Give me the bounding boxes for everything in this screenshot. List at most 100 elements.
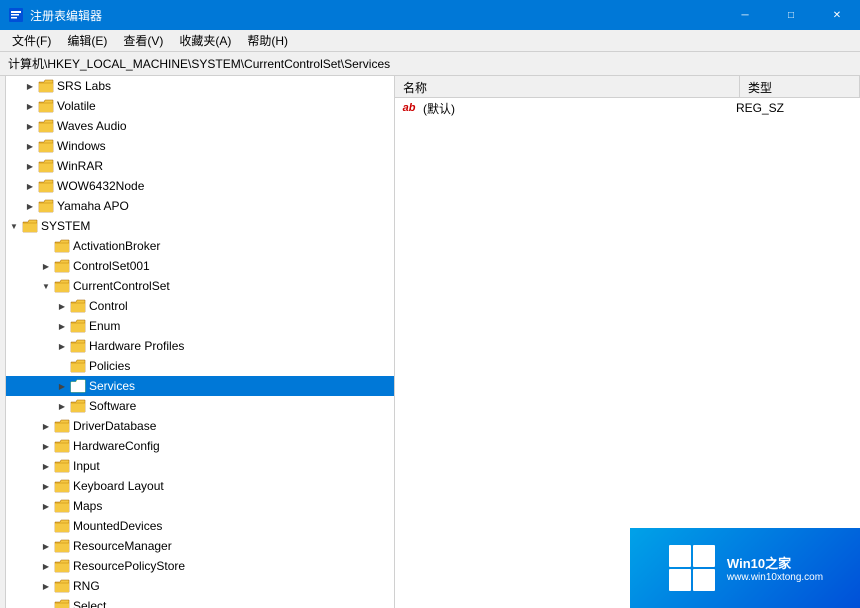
tree-item-waves-audio[interactable]: ▶ Waves Audio bbox=[0, 116, 394, 136]
col-header-type[interactable]: 类型 bbox=[740, 76, 860, 98]
tree-item-resource-manager[interactable]: ▶ ResourceManager bbox=[0, 536, 394, 556]
reg-value-type: REG_SZ bbox=[736, 101, 856, 115]
reg-row-default[interactable]: ab(默认)REG_SZ bbox=[395, 98, 860, 118]
expand-icon[interactable]: ▶ bbox=[22, 178, 38, 194]
tree-item-mounted-devices[interactable]: MountedDevices bbox=[0, 516, 394, 536]
tree-item-driver-database[interactable]: ▶ DriverDatabase bbox=[0, 416, 394, 436]
address-path: 计算机\HKEY_LOCAL_MACHINE\SYSTEM\CurrentCon… bbox=[8, 55, 390, 72]
tree-item-hardware-config[interactable]: ▶ HardwareConfig bbox=[0, 436, 394, 456]
tree-item-maps[interactable]: ▶ Maps bbox=[0, 496, 394, 516]
tree-item-software[interactable]: ▶ Software bbox=[0, 396, 394, 416]
tree-label: Input bbox=[73, 459, 100, 473]
tree-item-services[interactable]: ▶ Services bbox=[0, 376, 394, 396]
expand-icon[interactable]: ▼ bbox=[6, 218, 22, 234]
expand-icon[interactable]: ▶ bbox=[54, 338, 70, 354]
tree-item-activation-broker[interactable]: ActivationBroker bbox=[0, 236, 394, 256]
expand-icon[interactable]: ▶ bbox=[38, 558, 54, 574]
tree-item-yamaha-apo[interactable]: ▶ Yamaha APO bbox=[0, 196, 394, 216]
col-header-name[interactable]: 名称 bbox=[395, 76, 740, 98]
left-scrollbar bbox=[0, 76, 6, 608]
tree-item-keyboard-layout[interactable]: ▶ Keyboard Layout bbox=[0, 476, 394, 496]
watermark-info: Win10之家 www.win10xtong.com bbox=[727, 553, 823, 583]
menu-edit[interactable]: 编辑(E) bbox=[59, 30, 115, 51]
tree-label: ResourceManager bbox=[73, 539, 172, 553]
folder-icon bbox=[22, 219, 38, 233]
expand-icon[interactable]: ▶ bbox=[38, 418, 54, 434]
expand-icon[interactable]: ▶ bbox=[22, 198, 38, 214]
menu-view[interactable]: 查看(V) bbox=[115, 30, 171, 51]
tree-label: Policies bbox=[89, 359, 130, 373]
tree-item-rng[interactable]: ▶ RNG bbox=[0, 576, 394, 596]
tree-item-enum[interactable]: ▶ Enum bbox=[0, 316, 394, 336]
expand-icon[interactable]: ▶ bbox=[54, 318, 70, 334]
tree-item-control[interactable]: ▶ Control bbox=[0, 296, 394, 316]
menu-help[interactable]: 帮助(H) bbox=[239, 30, 296, 51]
expand-icon[interactable]: ▶ bbox=[22, 138, 38, 154]
tree-item-controlset001[interactable]: ▶ ControlSet001 bbox=[0, 256, 394, 276]
tree-item-select[interactable]: Select bbox=[0, 596, 394, 608]
expand-icon[interactable]: ▼ bbox=[38, 278, 54, 294]
folder-icon bbox=[70, 299, 86, 313]
tree-label: RNG bbox=[73, 579, 100, 593]
tree-item-currentcontrolset[interactable]: ▼ CurrentControlSet bbox=[0, 276, 394, 296]
title-bar-left: 注册表编辑器 bbox=[8, 7, 102, 24]
folder-icon bbox=[54, 499, 70, 513]
folder-icon bbox=[38, 79, 54, 93]
folder-icon bbox=[70, 339, 86, 353]
menu-favorites[interactable]: 收藏夹(A) bbox=[171, 30, 239, 51]
tree-item-policies[interactable]: Policies bbox=[0, 356, 394, 376]
expand-icon[interactable]: ▶ bbox=[54, 378, 70, 394]
folder-icon bbox=[54, 259, 70, 273]
tree-item-srs-labs[interactable]: ▶ SRS Labs bbox=[0, 76, 394, 96]
folder-icon bbox=[54, 439, 70, 453]
expand-icon[interactable]: ▶ bbox=[38, 438, 54, 454]
expand-icon[interactable]: ▶ bbox=[38, 498, 54, 514]
tree-item-volatile[interactable]: ▶ Volatile bbox=[0, 96, 394, 116]
address-bar: 计算机\HKEY_LOCAL_MACHINE\SYSTEM\CurrentCon… bbox=[0, 52, 860, 76]
expand-icon[interactable]: ▶ bbox=[22, 158, 38, 174]
watermark-subtitle: www.win10xtong.com bbox=[727, 572, 823, 583]
expand-icon[interactable]: ▶ bbox=[38, 258, 54, 274]
folder-icon bbox=[54, 479, 70, 493]
expand-icon[interactable]: ▶ bbox=[38, 478, 54, 494]
tree-item-windows[interactable]: ▶ Windows bbox=[0, 136, 394, 156]
tree-label: SYSTEM bbox=[41, 219, 90, 233]
expand-icon[interactable]: ▶ bbox=[38, 458, 54, 474]
tree-item-wow6432node[interactable]: ▶ WOW6432Node bbox=[0, 176, 394, 196]
tree-label: CurrentControlSet bbox=[73, 279, 170, 293]
expand-icon[interactable]: ▶ bbox=[22, 98, 38, 114]
folder-icon bbox=[38, 159, 54, 173]
folder-icon bbox=[54, 279, 70, 293]
tree-item-resource-policy-store[interactable]: ▶ ResourcePolicyStore bbox=[0, 556, 394, 576]
close-button[interactable]: ✕ bbox=[814, 0, 860, 30]
tree-item-system[interactable]: ▼ SYSTEM bbox=[0, 216, 394, 236]
folder-icon bbox=[54, 239, 70, 253]
menu-file[interactable]: 文件(F) bbox=[4, 30, 59, 51]
app-icon bbox=[8, 7, 24, 23]
tree-label: WinRAR bbox=[57, 159, 103, 173]
main-content: ▶ SRS Labs▶ Volatile▶ Waves Audio▶ Windo… bbox=[0, 76, 860, 608]
tree-item-input[interactable]: ▶ Input bbox=[0, 456, 394, 476]
tree-label: Control bbox=[89, 299, 128, 313]
tree-item-winrar[interactable]: ▶ WinRAR bbox=[0, 156, 394, 176]
minimize-button[interactable]: ─ bbox=[722, 0, 768, 30]
tree-label: ActivationBroker bbox=[73, 239, 160, 253]
tree-item-hardware-profiles[interactable]: ▶ Hardware Profiles bbox=[0, 336, 394, 356]
folder-icon bbox=[54, 519, 70, 533]
expand-icon[interactable]: ▶ bbox=[38, 538, 54, 554]
tree-label: Waves Audio bbox=[57, 119, 127, 133]
reg-value-icon: ab bbox=[399, 100, 419, 116]
tree-label: Windows bbox=[57, 139, 106, 153]
expand-icon[interactable]: ▶ bbox=[22, 118, 38, 134]
maximize-button[interactable]: □ bbox=[768, 0, 814, 30]
expand-icon[interactable]: ▶ bbox=[54, 398, 70, 414]
tree-scroll[interactable]: ▶ SRS Labs▶ Volatile▶ Waves Audio▶ Windo… bbox=[0, 76, 394, 608]
folder-icon bbox=[38, 99, 54, 113]
folder-icon bbox=[70, 399, 86, 413]
expand-icon[interactable]: ▶ bbox=[22, 78, 38, 94]
tree-label: DriverDatabase bbox=[73, 419, 156, 433]
expand-icon[interactable]: ▶ bbox=[54, 298, 70, 314]
expand-icon[interactable]: ▶ bbox=[38, 578, 54, 594]
folder-icon bbox=[54, 539, 70, 553]
folder-icon bbox=[70, 359, 86, 373]
